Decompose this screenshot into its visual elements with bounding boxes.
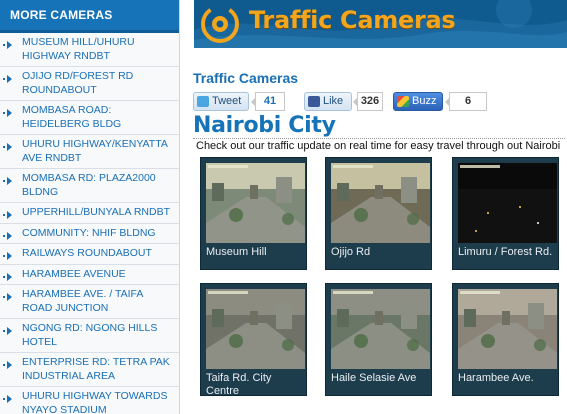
buzz-label: Buzz bbox=[412, 95, 437, 107]
sidebar-item-label: NGONG RD: NGONG HILLS HOTEL bbox=[22, 322, 158, 348]
sidebar-item-label: HARAMBEE AVENUE bbox=[22, 267, 126, 280]
sidebar-item-label: RAILWAYS ROUNDABOUT bbox=[22, 247, 152, 259]
arrow-bullet-icon bbox=[3, 361, 12, 369]
sidebar-item[interactable]: MUSEUM HILL/UHURU HIGHWAY RNDBT bbox=[0, 33, 179, 67]
camera-label[interactable]: Limuru / Forest Rd. bbox=[458, 246, 558, 259]
content-header: Traffic Cameras Tweet 41 Like 326 Buzz 6… bbox=[193, 70, 567, 152]
camera-logo-icon bbox=[201, 5, 239, 43]
camera-card[interactable]: Harambee Ave. bbox=[452, 283, 559, 396]
arrow-bullet-icon bbox=[3, 211, 12, 219]
arrow-bullet-icon bbox=[3, 177, 12, 185]
tweet-label: Tweet bbox=[212, 95, 242, 107]
sidebar-item-label: MOMBASA RD: PLAZA2000 BLDNG bbox=[22, 172, 156, 198]
camera-thumbnail[interactable] bbox=[331, 289, 430, 369]
section-heading[interactable]: Traffic Cameras bbox=[193, 70, 567, 86]
sidebar-header: MORE CAMERAS bbox=[0, 0, 179, 33]
social-bar: Tweet 41 Like 326 Buzz 6 bbox=[193, 92, 567, 112]
sidebar-item-label: UHURU HIGHWAY/KENYATTA AVE RNDBT bbox=[22, 138, 168, 164]
tweet-count: 41 bbox=[251, 92, 285, 111]
camera-card[interactable]: Ojijo Rd bbox=[325, 157, 432, 270]
sidebar-item[interactable]: UHURU HIGHWAY TOWARDS NYAYO STADIUM bbox=[0, 387, 179, 414]
arrow-bullet-icon bbox=[3, 109, 12, 117]
banner-title: Traffic Cameras bbox=[249, 6, 456, 34]
arrow-bullet-icon bbox=[3, 231, 12, 240]
arrow-bullet-icon bbox=[3, 327, 12, 335]
camera-label[interactable]: Taifa Rd. City Centre bbox=[206, 372, 306, 398]
sidebar-item[interactable]: COMMUNITY: NHIF BLDNG bbox=[0, 223, 179, 244]
camera-list: MUSEUM HILL/UHURU HIGHWAY RNDBT OJIJO RD/… bbox=[0, 33, 179, 414]
like-label: Like bbox=[323, 95, 344, 107]
camera-label[interactable]: Harambee Ave. bbox=[458, 372, 558, 385]
buzz-button[interactable]: Buzz bbox=[393, 92, 443, 111]
camera-card[interactable]: Museum Hill bbox=[200, 157, 307, 270]
facebook-icon bbox=[308, 96, 320, 107]
camera-thumbnail[interactable] bbox=[206, 163, 305, 243]
sidebar-item[interactable]: ENTERPRISE RD: TETRA PAK INDUSTRIAL AREA bbox=[0, 353, 179, 387]
camera-card[interactable]: Limuru / Forest Rd. bbox=[452, 157, 559, 270]
arrow-bullet-icon bbox=[3, 143, 12, 151]
camera-label[interactable]: Ojijo Rd bbox=[331, 246, 431, 259]
sidebar-item[interactable]: RAILWAYS ROUNDABOUT bbox=[0, 244, 179, 265]
sidebar-item-label: MOMBASA ROAD: HEIDELBERG BLDG bbox=[22, 104, 122, 130]
camera-grid: Museum Hill Ojijo Rd Limuru / Forest Rd. Ta… bbox=[200, 157, 567, 414]
sidebar-item[interactable]: UPPERHILL/BUNYALA RNDBT bbox=[0, 203, 179, 224]
intro-text: Check out our traffic update on real tim… bbox=[196, 140, 561, 152]
sidebar: MORE CAMERAS MUSEUM HILL/UHURU HIGHWAY R… bbox=[0, 0, 180, 414]
sidebar-item[interactable]: NGONG RD: NGONG HILLS HOTEL bbox=[0, 319, 179, 353]
sidebar-item-label: COMMUNITY: NHIF BLDNG bbox=[22, 226, 156, 239]
sidebar-item[interactable]: UHURU HIGHWAY/KENYATTA AVE RNDBT bbox=[0, 135, 179, 169]
title-divider bbox=[193, 138, 565, 139]
sidebar-item-label: MUSEUM HILL/UHURU HIGHWAY RNDBT bbox=[22, 36, 135, 62]
sidebar-item-label: ENTERPRISE RD: TETRA PAK INDUSTRIAL AREA bbox=[22, 356, 170, 382]
camera-label[interactable]: Haile Selasie Ave bbox=[331, 372, 431, 385]
sidebar-item-label: UPPERHILL/BUNYALA RNDBT bbox=[22, 206, 171, 218]
sidebar-item[interactable]: MOMBASA ROAD: HEIDELBERG BLDG bbox=[0, 101, 179, 135]
arrow-bullet-icon bbox=[3, 252, 12, 260]
arrow-bullet-icon bbox=[3, 293, 12, 301]
sidebar-item[interactable]: HARAMBEE AVE. / TAIFA ROAD JUNCTION bbox=[0, 285, 179, 319]
camera-thumbnail[interactable] bbox=[331, 163, 430, 243]
camera-card[interactable]: Haile Selasie Ave bbox=[325, 283, 432, 396]
page-title: Nairobi City bbox=[193, 113, 336, 138]
camera-thumbnail[interactable] bbox=[206, 289, 305, 369]
sidebar-item[interactable]: HARAMBEE AVENUE bbox=[0, 264, 179, 285]
arrow-bullet-icon bbox=[3, 395, 12, 403]
camera-label[interactable]: Museum Hill bbox=[206, 246, 306, 259]
sidebar-item-label: UHURU HIGHWAY TOWARDS NYAYO STADIUM bbox=[22, 390, 168, 414]
twitter-icon bbox=[197, 96, 209, 107]
like-count: 326 bbox=[353, 92, 383, 111]
sidebar-item[interactable]: MOMBASA RD: PLAZA2000 BLDNG bbox=[0, 169, 179, 203]
sidebar-item-label: OJIJO RD/FOREST RD ROUNDABOUT bbox=[22, 70, 134, 96]
arrow-bullet-icon bbox=[3, 41, 12, 49]
banner: Traffic Cameras bbox=[194, 0, 567, 48]
sidebar-item[interactable]: OJIJO RD/FOREST RD ROUNDABOUT bbox=[0, 67, 179, 101]
tweet-button[interactable]: Tweet bbox=[193, 92, 249, 111]
camera-thumbnail[interactable] bbox=[458, 163, 557, 243]
buzz-count: 6 bbox=[445, 92, 487, 111]
sidebar-item-label: HARAMBEE AVE. / TAIFA ROAD JUNCTION bbox=[22, 288, 143, 314]
like-button[interactable]: Like bbox=[304, 92, 352, 111]
camera-thumbnail[interactable] bbox=[458, 289, 557, 369]
arrow-bullet-icon bbox=[3, 75, 12, 83]
camera-card[interactable]: Taifa Rd. City Centre bbox=[200, 283, 307, 398]
buzz-icon bbox=[397, 96, 409, 107]
arrow-bullet-icon bbox=[3, 272, 12, 281]
